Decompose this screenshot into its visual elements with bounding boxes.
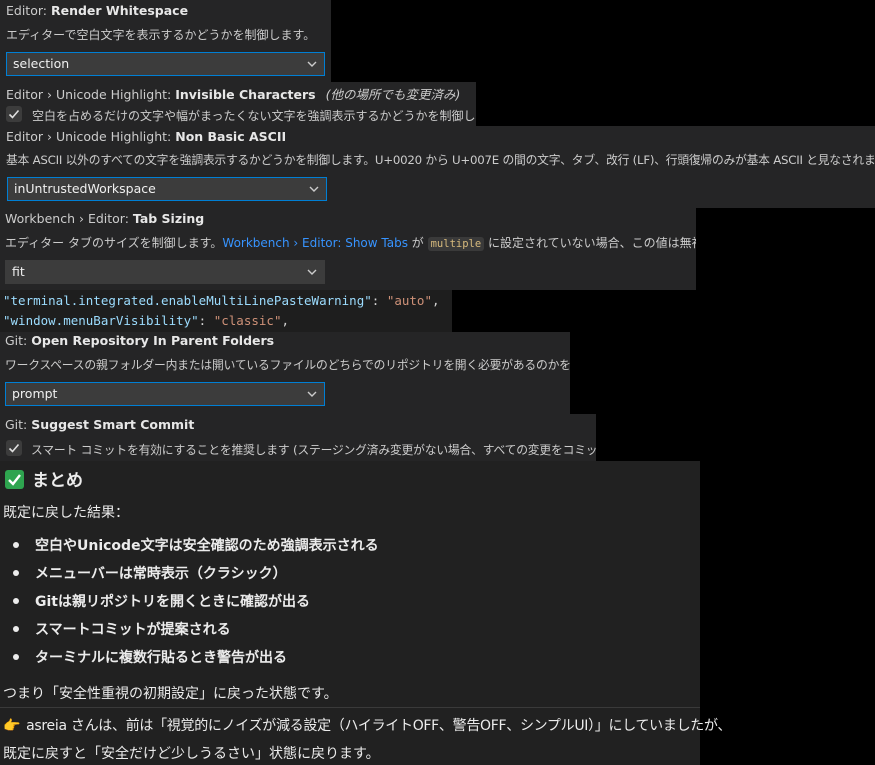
render-whitespace-select[interactable]: selection bbox=[6, 52, 325, 76]
chevron-down-icon bbox=[307, 61, 317, 67]
setting-description: ワークスペースの親フォルダー内または開いているファイルのどちらでのリポジトリを開… bbox=[5, 358, 570, 372]
summary-conclusion: つまり「安全性重視の初期設定」に戻った状態です。 bbox=[3, 686, 338, 702]
inline-code: multiple bbox=[427, 237, 485, 251]
open-repository-select[interactable]: prompt bbox=[5, 382, 325, 406]
list-item: Gitは親リポジトリを開くときに確認が出る bbox=[13, 591, 310, 611]
list-item: メニューバーは常時表示（クラシック） bbox=[13, 563, 287, 583]
setting-suggest-smart-commit: Git: Suggest Smart Commit スマート コミットを有効にす… bbox=[0, 414, 596, 461]
check-mark-icon bbox=[5, 470, 24, 489]
json-snippet: "terminal.integrated.enableMultiLinePast… bbox=[0, 290, 452, 332]
setting-non-basic-ascii: Editor › Unicode Highlight: Non Basic AS… bbox=[0, 126, 875, 208]
json-line: "terminal.integrated.enableMultiLinePast… bbox=[3, 293, 440, 308]
setting-description: エディター タブのサイズを制御します。Workbench › Editor: S… bbox=[5, 236, 696, 251]
setting-title: Editor: Render Whitespace bbox=[6, 3, 189, 18]
summary-heading: まとめ bbox=[5, 466, 83, 491]
setting-open-repository: Git: Open Repository In Parent Folders ワ… bbox=[0, 332, 570, 414]
setting-description: スマート コミットを有効にすることを推奨します (ステージング済み変更がない場合… bbox=[31, 443, 596, 457]
tab-sizing-select[interactable]: fit bbox=[5, 260, 325, 284]
modified-elsewhere-note: (他の場所でも変更済み) bbox=[325, 87, 461, 102]
chevron-down-icon bbox=[307, 269, 317, 275]
chevron-down-icon bbox=[307, 391, 317, 397]
check-icon bbox=[8, 443, 20, 453]
setting-title: Git: Open Repository In Parent Folders bbox=[5, 333, 275, 348]
non-basic-ascii-select[interactable]: inUntrustedWorkspace bbox=[7, 177, 327, 201]
setting-description: 空白を占めるだけの文字や幅がまったくない文字を強調表示するかどうかを制御します。 bbox=[32, 109, 476, 123]
setting-title: Editor › Unicode Highlight: Non Basic AS… bbox=[6, 129, 287, 144]
setting-title: Workbench › Editor: Tab Sizing bbox=[5, 211, 205, 226]
show-tabs-link[interactable]: Workbench › Editor: Show Tabs bbox=[222, 236, 408, 250]
check-icon bbox=[8, 109, 20, 119]
setting-title: Editor › Unicode Highlight: Invisible Ch… bbox=[6, 87, 461, 102]
list-item: 空白やUnicode文字は安全確認のため強調表示される bbox=[13, 535, 379, 555]
chevron-down-icon bbox=[309, 186, 319, 192]
summary-intro: 既定に戻した結果： bbox=[3, 505, 129, 521]
pointing-hand-icon: 👉 bbox=[3, 718, 21, 734]
setting-title: Git: Suggest Smart Commit bbox=[5, 417, 195, 432]
list-item: スマートコミットが提案される bbox=[13, 619, 231, 639]
json-line: "window.menuBarVisibility": "classic", bbox=[3, 313, 289, 328]
setting-description: エディターで空白文字を表示するかどうかを制御します。 bbox=[6, 28, 316, 42]
setting-tab-sizing: Workbench › Editor: Tab Sizing エディター タブの… bbox=[0, 208, 696, 290]
suggest-smart-commit-checkbox[interactable] bbox=[6, 440, 22, 456]
note-line: 👉 asreia さんは、前は「視覚的にノイズが減る設定（ハイライトOFF、警告O… bbox=[3, 718, 732, 734]
setting-invisible-characters: Editor › Unicode Highlight: Invisible Ch… bbox=[0, 82, 476, 126]
note-line: 既定に戻すと「安全だけど少しうるさい」状態に戻ります。 bbox=[3, 746, 380, 762]
list-item: ターミナルに複数行貼るとき警告が出る bbox=[13, 647, 287, 667]
setting-render-whitespace: Editor: Render Whitespace エディターで空白文字を表示す… bbox=[0, 0, 331, 82]
divider bbox=[0, 707, 700, 708]
invisible-characters-checkbox[interactable] bbox=[6, 106, 22, 122]
setting-description: 基本 ASCII 以外のすべての文字を強調表示するかどうかを制御します。U+00… bbox=[6, 153, 875, 167]
